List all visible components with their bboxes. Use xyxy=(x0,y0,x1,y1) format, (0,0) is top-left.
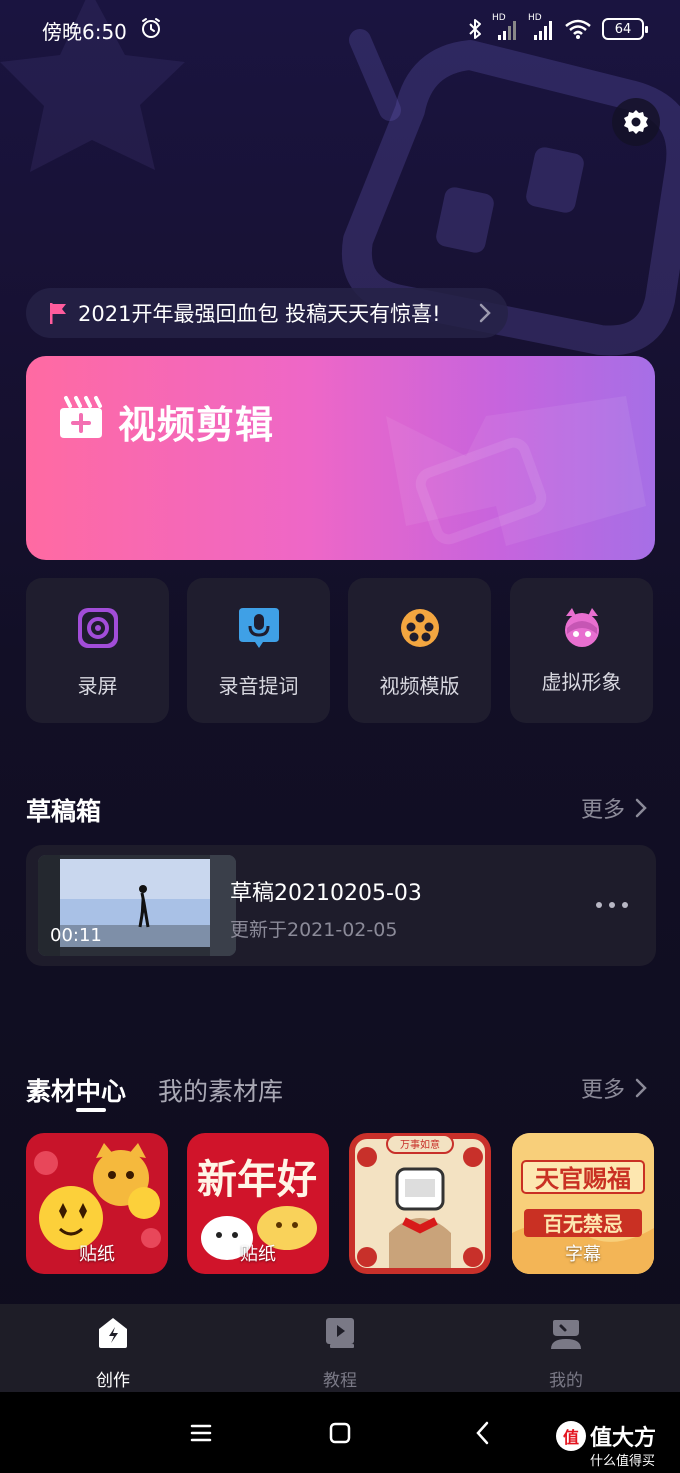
hero-title: 视频剪辑 xyxy=(118,403,275,447)
draft-item[interactable]: 00:11 草稿20210205-03 更新于2021-02-05 xyxy=(26,845,656,966)
tab-my-library[interactable]: 我的素材库 xyxy=(158,1072,283,1108)
draft-updated-date: 更新于2021-02-05 xyxy=(230,919,398,941)
hero-decoration xyxy=(386,396,646,546)
tool-virtual-avatar[interactable]: 虚拟形象 xyxy=(510,578,653,723)
nav-create[interactable]: 创作 xyxy=(53,1304,173,1392)
profile-icon xyxy=(551,1320,581,1349)
chevron-right-icon xyxy=(635,798,647,818)
recent-apps-icon[interactable] xyxy=(186,1418,216,1448)
watermark: 值 值大方 什么值得买 xyxy=(556,1420,657,1469)
chevron-right-icon xyxy=(635,1078,647,1098)
back-icon[interactable] xyxy=(468,1418,498,1448)
subtitle-text-line1: 天官赐福 xyxy=(535,1164,631,1193)
tool-label: 录屏 xyxy=(77,674,118,698)
flag-icon xyxy=(50,303,66,324)
tool-label: 录音提词 xyxy=(218,674,299,698)
watermark-logo: 值 xyxy=(556,1421,586,1451)
material-card-sticker-3[interactable]: 万事如意 xyxy=(349,1133,491,1274)
tool-label: 视频模版 xyxy=(379,674,460,698)
screen-record-icon xyxy=(77,608,118,648)
settings-button[interactable] xyxy=(612,98,660,146)
material-label: 贴纸 xyxy=(79,1244,115,1265)
battery-indicator: 64 xyxy=(602,18,648,40)
subtitle-text-line2: 百无禁忌 xyxy=(543,1212,623,1236)
status-time: 傍晚6:50 xyxy=(42,20,127,44)
promo-text: 2021开年最强回血包 投稿天天有惊喜! xyxy=(78,302,441,326)
signal-strength-2: HD xyxy=(528,13,554,41)
nav-label: 创作 xyxy=(96,1371,130,1391)
watermark-short-text: 值大方 xyxy=(590,1426,657,1451)
sticker-text: 新年好 xyxy=(197,1156,317,1203)
more-options-icon[interactable] xyxy=(594,897,630,913)
bluetooth-icon xyxy=(469,19,481,39)
tool-voice-prompt[interactable]: 录音提词 xyxy=(187,578,330,723)
sticker-art: 万事如意 xyxy=(355,1134,485,1268)
video-edit-icon xyxy=(60,396,102,438)
nav-profile[interactable]: 我的 xyxy=(506,1304,626,1392)
nav-tutorials[interactable]: 教程 xyxy=(280,1304,400,1392)
material-card-sticker-2[interactable]: 新年好 贴纸 xyxy=(187,1133,329,1274)
video-edit-card[interactable]: 视频剪辑 xyxy=(26,356,655,560)
status-bar: 傍晚6:50 HD HD 64 xyxy=(0,0,680,60)
draft-duration: 00:11 xyxy=(50,925,102,946)
battery-level: 64 xyxy=(614,21,632,37)
sticker-text: 万事如意 xyxy=(400,1138,440,1151)
material-label: 字幕 xyxy=(565,1244,601,1265)
bottom-navigation: 创作 教程 我的 xyxy=(0,1304,680,1392)
nav-label: 我的 xyxy=(549,1371,583,1391)
material-card-subtitle[interactable]: 天官赐福 百无禁忌 字幕 xyxy=(512,1133,654,1274)
gear-icon xyxy=(624,110,648,134)
watermark-text: 什么值得买 xyxy=(590,1454,656,1469)
chevron-right-icon xyxy=(479,303,491,323)
material-label: 贴纸 xyxy=(240,1244,276,1265)
material-card-sticker-1[interactable]: 贴纸 xyxy=(26,1133,168,1274)
tab-material-center[interactable]: 素材中心 xyxy=(26,1072,126,1108)
avatar-icon xyxy=(564,608,599,647)
voice-prompt-icon xyxy=(238,608,279,648)
drafts-more-link[interactable]: 更多 xyxy=(581,792,647,824)
more-label: 更多 xyxy=(581,1078,626,1103)
film-reel-icon xyxy=(400,609,439,647)
create-icon xyxy=(99,1318,127,1348)
signal-strength-1: HD xyxy=(492,13,518,41)
tab-active-indicator xyxy=(76,1108,106,1112)
cell-signal-icon xyxy=(498,21,516,40)
more-label: 更多 xyxy=(581,798,626,823)
drafts-title: 草稿箱 xyxy=(26,797,102,826)
tool-video-template[interactable]: 视频模版 xyxy=(348,578,491,723)
home-icon[interactable] xyxy=(325,1418,355,1448)
alarm-clock-icon xyxy=(142,18,160,38)
tool-label: 虚拟形象 xyxy=(541,670,622,694)
promo-banner[interactable]: 2021开年最强回血包 投稿天天有惊喜! xyxy=(26,288,508,338)
wifi-icon xyxy=(565,19,591,39)
tutorial-book-icon xyxy=(326,1318,354,1348)
tool-screen-record[interactable]: 录屏 xyxy=(26,578,169,723)
nav-label: 教程 xyxy=(323,1371,357,1391)
materials-more-link[interactable]: 更多 xyxy=(581,1072,647,1104)
draft-name: 草稿20210205-03 xyxy=(230,881,422,906)
cell-signal-icon xyxy=(534,21,552,40)
